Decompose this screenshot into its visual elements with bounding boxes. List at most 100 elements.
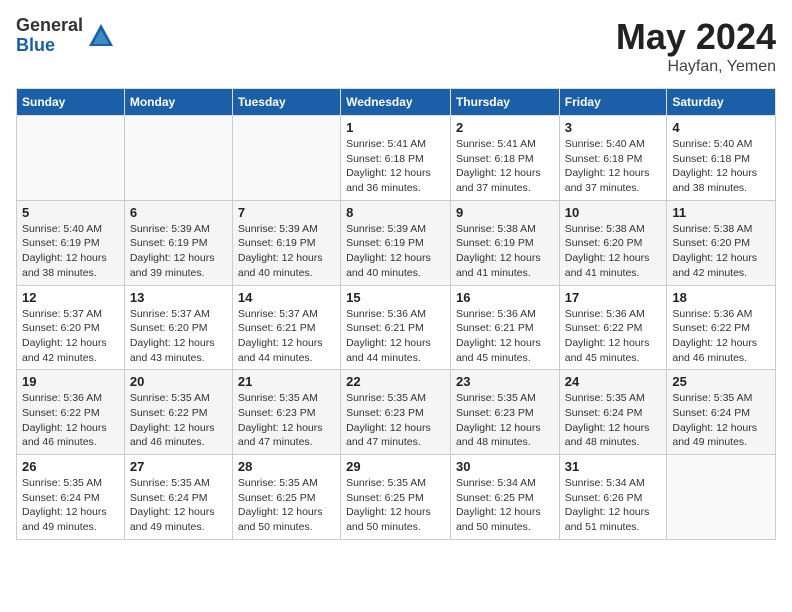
day-cell <box>667 455 776 540</box>
day-info: Sunrise: 5:38 AM Sunset: 6:20 PM Dayligh… <box>565 222 662 281</box>
day-cell: 29 Sunrise: 5:35 AM Sunset: 6:25 PM Dayli… <box>341 455 451 540</box>
day-cell: 3Sunrise: 5:40 AM Sunset: 6:18 PM Daylig… <box>559 116 667 201</box>
day-cell: 25 Sunrise: 5:35 AM Sunset: 6:24 PM Dayli… <box>667 370 776 455</box>
header-sunday: Sunday <box>17 89 125 116</box>
day-info: Sunrise: 5:38 AM Sunset: 6:19 PM Dayligh… <box>456 222 554 281</box>
day-cell: 18 Sunrise: 5:36 AM Sunset: 6:22 PM Dayli… <box>667 285 776 370</box>
day-info: Sunrise: 5:35 AM Sunset: 6:24 PM Dayligh… <box>130 476 227 535</box>
day-info: Sunrise: 5:35 AM Sunset: 6:25 PM Dayligh… <box>238 476 335 535</box>
header-wednesday: Wednesday <box>341 89 451 116</box>
day-number: 26 <box>22 459 119 474</box>
day-cell: 17 Sunrise: 5:36 AM Sunset: 6:22 PM Dayli… <box>559 285 667 370</box>
day-info: Sunrise: 5:35 AM Sunset: 6:24 PM Dayligh… <box>672 391 770 450</box>
day-info: Sunrise: 5:41 AM Sunset: 6:18 PM Dayligh… <box>456 137 554 196</box>
day-number: 13 <box>130 290 227 305</box>
day-info: Sunrise: 5:36 AM Sunset: 6:21 PM Dayligh… <box>456 307 554 366</box>
day-cell: 2 Sunrise: 5:41 AM Sunset: 6:18 PM Daylig… <box>450 116 559 201</box>
day-cell: 5Sunrise: 5:40 AM Sunset: 6:19 PM Daylig… <box>17 200 125 285</box>
day-cell: 12 Sunrise: 5:37 AM Sunset: 6:20 PM Dayli… <box>17 285 125 370</box>
day-cell: 27 Sunrise: 5:35 AM Sunset: 6:24 PM Dayli… <box>124 455 232 540</box>
day-info: Sunrise: 5:35 AM Sunset: 6:22 PM Dayligh… <box>130 391 227 450</box>
week-row-1: 1 Sunrise: 5:41 AM Sunset: 6:18 PM Daylig… <box>17 116 776 201</box>
day-number: 3 <box>565 120 662 135</box>
day-info: Sunrise: 5:35 AM Sunset: 6:24 PM Dayligh… <box>22 476 119 535</box>
day-cell: 20 Sunrise: 5:35 AM Sunset: 6:22 PM Dayli… <box>124 370 232 455</box>
day-number: 8 <box>346 205 445 220</box>
day-info: Sunrise: 5:40 AM Sunset: 6:18 PM Dayligh… <box>672 137 770 196</box>
calendar-table: SundayMondayTuesdayWednesdayThursdayFrid… <box>16 88 776 540</box>
day-info: Sunrise: 5:35 AM Sunset: 6:25 PM Dayligh… <box>346 476 445 535</box>
logo: General Blue <box>16 16 115 56</box>
day-number: 2 <box>456 120 554 135</box>
day-cell: 7Sunrise: 5:39 AM Sunset: 6:19 PM Daylig… <box>232 200 340 285</box>
day-cell <box>17 116 125 201</box>
day-info: Sunrise: 5:36 AM Sunset: 6:22 PM Dayligh… <box>672 307 770 366</box>
day-number: 4 <box>672 120 770 135</box>
day-cell: 30 Sunrise: 5:34 AM Sunset: 6:25 PM Dayli… <box>450 455 559 540</box>
day-info: Sunrise: 5:35 AM Sunset: 6:24 PM Dayligh… <box>565 391 662 450</box>
day-number: 30 <box>456 459 554 474</box>
day-info: Sunrise: 5:41 AM Sunset: 6:18 PM Dayligh… <box>346 137 445 196</box>
day-info: Sunrise: 5:37 AM Sunset: 6:21 PM Dayligh… <box>238 307 335 366</box>
page-header: General Blue May 2024 Hayfan, Yemen <box>16 16 776 76</box>
header-monday: Monday <box>124 89 232 116</box>
header-thursday: Thursday <box>450 89 559 116</box>
day-info: Sunrise: 5:37 AM Sunset: 6:20 PM Dayligh… <box>22 307 119 366</box>
day-cell: 23Sunrise: 5:35 AM Sunset: 6:23 PM Dayli… <box>450 370 559 455</box>
day-info: Sunrise: 5:39 AM Sunset: 6:19 PM Dayligh… <box>346 222 445 281</box>
day-number: 5 <box>22 205 119 220</box>
day-number: 28 <box>238 459 335 474</box>
title-location: Hayfan, Yemen <box>616 58 776 76</box>
day-cell: 19 Sunrise: 5:36 AM Sunset: 6:22 PM Dayli… <box>17 370 125 455</box>
day-number: 27 <box>130 459 227 474</box>
day-cell: 16 Sunrise: 5:36 AM Sunset: 6:21 PM Dayli… <box>450 285 559 370</box>
day-number: 24 <box>565 374 662 389</box>
day-cell: 10Sunrise: 5:38 AM Sunset: 6:20 PM Dayli… <box>559 200 667 285</box>
day-number: 12 <box>22 290 119 305</box>
logo-blue: Blue <box>16 36 83 56</box>
day-number: 16 <box>456 290 554 305</box>
day-info: Sunrise: 5:39 AM Sunset: 6:19 PM Dayligh… <box>130 222 227 281</box>
day-info: Sunrise: 5:36 AM Sunset: 6:21 PM Dayligh… <box>346 307 445 366</box>
day-cell: 6 Sunrise: 5:39 AM Sunset: 6:19 PM Daylig… <box>124 200 232 285</box>
day-info: Sunrise: 5:36 AM Sunset: 6:22 PM Dayligh… <box>22 391 119 450</box>
week-row-5: 26 Sunrise: 5:35 AM Sunset: 6:24 PM Dayli… <box>17 455 776 540</box>
day-number: 1 <box>346 120 445 135</box>
day-number: 29 <box>346 459 445 474</box>
day-cell: 4 Sunrise: 5:40 AM Sunset: 6:18 PM Daylig… <box>667 116 776 201</box>
day-cell <box>232 116 340 201</box>
day-number: 25 <box>672 374 770 389</box>
day-info: Sunrise: 5:39 AM Sunset: 6:19 PM Dayligh… <box>238 222 335 281</box>
day-cell: 31 Sunrise: 5:34 AM Sunset: 6:26 PM Dayli… <box>559 455 667 540</box>
week-row-3: 12 Sunrise: 5:37 AM Sunset: 6:20 PM Dayli… <box>17 285 776 370</box>
day-cell: 15 Sunrise: 5:36 AM Sunset: 6:21 PM Dayli… <box>341 285 451 370</box>
title-month: May 2024 <box>616 16 776 58</box>
day-info: Sunrise: 5:36 AM Sunset: 6:22 PM Dayligh… <box>565 307 662 366</box>
calendar-header-row: SundayMondayTuesdayWednesdayThursdayFrid… <box>17 89 776 116</box>
day-info: Sunrise: 5:34 AM Sunset: 6:25 PM Dayligh… <box>456 476 554 535</box>
day-info: Sunrise: 5:35 AM Sunset: 6:23 PM Dayligh… <box>238 391 335 450</box>
day-number: 11 <box>672 205 770 220</box>
header-friday: Friday <box>559 89 667 116</box>
day-number: 14 <box>238 290 335 305</box>
day-cell: 1 Sunrise: 5:41 AM Sunset: 6:18 PM Daylig… <box>341 116 451 201</box>
day-number: 20 <box>130 374 227 389</box>
day-number: 31 <box>565 459 662 474</box>
week-row-2: 5Sunrise: 5:40 AM Sunset: 6:19 PM Daylig… <box>17 200 776 285</box>
day-number: 6 <box>130 205 227 220</box>
day-number: 23 <box>456 374 554 389</box>
day-number: 18 <box>672 290 770 305</box>
day-info: Sunrise: 5:38 AM Sunset: 6:20 PM Dayligh… <box>672 222 770 281</box>
day-cell: 11 Sunrise: 5:38 AM Sunset: 6:20 PM Dayli… <box>667 200 776 285</box>
day-cell <box>124 116 232 201</box>
header-tuesday: Tuesday <box>232 89 340 116</box>
logo-general: General <box>16 16 83 36</box>
day-number: 17 <box>565 290 662 305</box>
day-info: Sunrise: 5:34 AM Sunset: 6:26 PM Dayligh… <box>565 476 662 535</box>
logo-icon <box>87 22 115 50</box>
day-number: 19 <box>22 374 119 389</box>
day-number: 15 <box>346 290 445 305</box>
day-cell: 22Sunrise: 5:35 AM Sunset: 6:23 PM Dayli… <box>341 370 451 455</box>
day-cell: 26 Sunrise: 5:35 AM Sunset: 6:24 PM Dayli… <box>17 455 125 540</box>
day-info: Sunrise: 5:37 AM Sunset: 6:20 PM Dayligh… <box>130 307 227 366</box>
